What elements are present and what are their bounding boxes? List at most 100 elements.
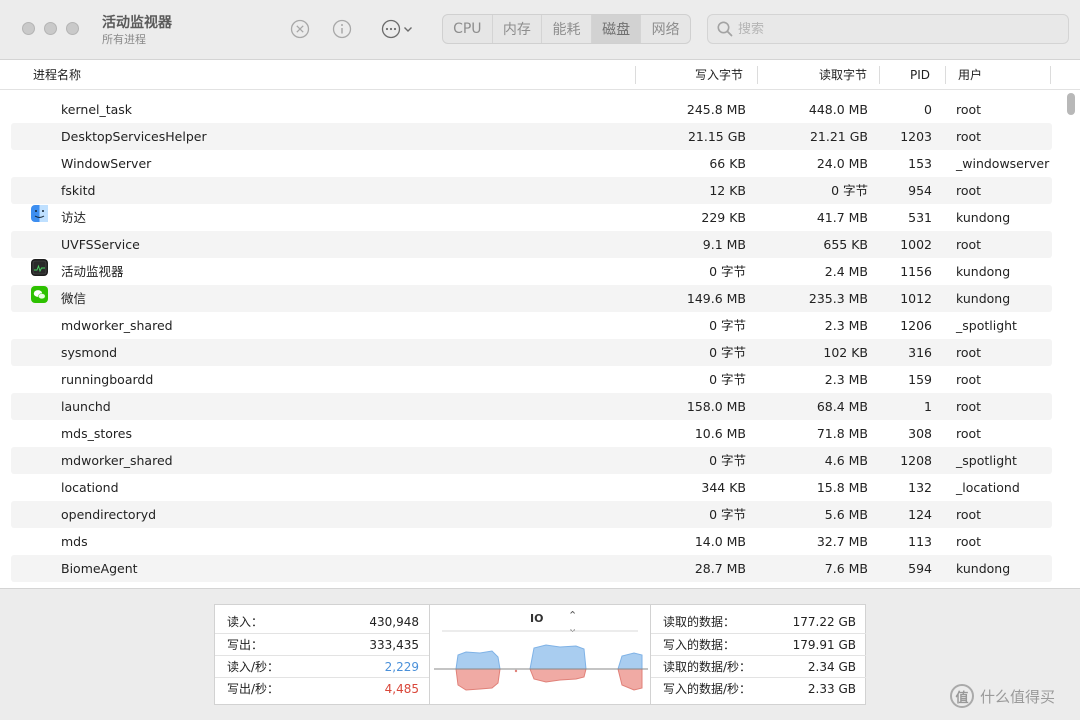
bytes-written-cell: 14.0 MB bbox=[694, 534, 746, 549]
pid-cell: 1203 bbox=[900, 129, 932, 144]
column-header-process-name[interactable]: 进程名称 bbox=[33, 60, 81, 90]
table-row[interactable]: mds_stores 10.6 MB 71.8 MB 308 root bbox=[11, 420, 1052, 447]
scrollbar-track[interactable] bbox=[1062, 90, 1080, 588]
more-actions-button[interactable] bbox=[376, 18, 418, 40]
bytes-read-cell: 235.3 MB bbox=[808, 291, 868, 306]
stat-label: 读入/秒： bbox=[227, 660, 280, 674]
zoom-window-button[interactable] bbox=[66, 22, 79, 35]
pid-cell: 153 bbox=[908, 156, 932, 171]
bytes-read-cell: 2.3 MB bbox=[824, 372, 868, 387]
column-divider[interactable] bbox=[635, 66, 636, 84]
close-window-button[interactable] bbox=[22, 22, 35, 35]
column-divider[interactable] bbox=[945, 66, 946, 84]
column-header-bytes-written[interactable]: 写入字节 bbox=[695, 60, 743, 90]
tab-network[interactable]: 网络 bbox=[641, 15, 690, 43]
table-row[interactable]: 微信 149.6 MB 235.3 MB 1012 kundong bbox=[11, 285, 1052, 312]
stat-label: 读取的数据/秒： bbox=[663, 660, 752, 674]
table-row[interactable]: mdworker_shared 0 字节 4.6 MB 1208 _spotlight bbox=[11, 447, 1052, 474]
minimize-window-button[interactable] bbox=[44, 22, 57, 35]
column-header-pid[interactable]: PID bbox=[910, 60, 930, 90]
data-volume-stats: 读取的数据： 177.22 GB 写入的数据： 179.91 GB 读取的数据/… bbox=[651, 605, 866, 705]
table-row[interactable]: fskitd 12 KB 0 字节 954 root bbox=[11, 177, 1052, 204]
table-row[interactable]: UVFSService 9.1 MB 655 KB 1002 root bbox=[11, 231, 1052, 258]
column-header-bytes-read[interactable]: 读取字节 bbox=[819, 60, 867, 90]
process-name-cell: 活动监视器 bbox=[61, 264, 124, 279]
table-row[interactable]: DesktopServicesHelper 21.15 GB 21.21 GB 120… bbox=[11, 123, 1052, 150]
bytes-read-cell: 102 KB bbox=[823, 345, 868, 360]
pid-cell: 316 bbox=[908, 345, 932, 360]
process-name-cell: 访达 bbox=[61, 210, 87, 225]
scrollbar-thumb[interactable] bbox=[1067, 93, 1075, 115]
user-cell: kundong bbox=[956, 210, 1011, 225]
tab-disk[interactable]: 磁盘 bbox=[591, 15, 642, 43]
table-row[interactable]: 访达 229 KB 41.7 MB 531 kundong bbox=[11, 204, 1052, 231]
table-row[interactable]: runningboardd 0 字节 2.3 MB 159 root bbox=[11, 366, 1052, 393]
stop-process-icon bbox=[290, 19, 310, 39]
user-cell: root bbox=[956, 183, 982, 198]
bytes-read-cell: 71.8 MB bbox=[816, 426, 868, 441]
pid-cell: 954 bbox=[908, 183, 932, 198]
tab-cpu[interactable]: CPU bbox=[443, 15, 493, 43]
column-divider[interactable] bbox=[1050, 66, 1051, 84]
table-row[interactable]: mds 14.0 MB 32.7 MB 113 root bbox=[11, 528, 1052, 555]
process-name-cell: opendirectoryd bbox=[61, 507, 157, 522]
search-icon bbox=[717, 21, 733, 37]
pid-cell: 124 bbox=[908, 507, 932, 522]
stat-data-read: 读取的数据： 177.22 GB bbox=[651, 611, 866, 633]
bytes-written-cell: 158.0 MB bbox=[686, 399, 746, 414]
bytes-written-cell: 66 KB bbox=[709, 156, 746, 171]
bytes-read-cell: 655 KB bbox=[823, 237, 868, 252]
window-title: 活动监视器 bbox=[102, 15, 172, 31]
tab-memory[interactable]: 内存 bbox=[493, 15, 543, 43]
table-row[interactable]: mdworker_shared 0 字节 2.3 MB 1206 _spotlight bbox=[11, 312, 1052, 339]
user-cell: _spotlight bbox=[956, 453, 1017, 468]
user-cell: kundong bbox=[956, 291, 1011, 306]
stop-process-button[interactable] bbox=[289, 18, 311, 40]
process-name-cell: locationd bbox=[61, 480, 119, 495]
stat-value: 2.33 GB bbox=[807, 682, 856, 696]
watermark-text: 什么值得买 bbox=[980, 687, 1056, 706]
tab-energy[interactable]: 能耗 bbox=[542, 15, 592, 43]
table-row[interactable]: opendirectoryd 0 字节 5.6 MB 124 root bbox=[11, 501, 1052, 528]
table-row[interactable]: 活动监视器 0 字节 2.4 MB 1156 kundong bbox=[11, 258, 1052, 285]
bytes-read-cell: 24.0 MB bbox=[816, 156, 868, 171]
bytes-written-cell: 0 字节 bbox=[709, 453, 746, 468]
table-row[interactable]: locationd 344 KB 15.8 MB 132 _locationd bbox=[11, 474, 1052, 501]
column-header-user[interactable]: 用户 bbox=[958, 60, 982, 90]
bytes-written-cell: 10.6 MB bbox=[694, 426, 746, 441]
process-name-cell: mds_stores bbox=[61, 426, 133, 441]
pid-cell: 594 bbox=[908, 561, 932, 576]
process-name-cell: 微信 bbox=[61, 291, 87, 306]
column-divider[interactable] bbox=[879, 66, 880, 84]
stat-value: 4,485 bbox=[384, 682, 419, 696]
search-input[interactable] bbox=[738, 21, 1038, 37]
process-name-cell: mds bbox=[61, 534, 88, 549]
bytes-read-cell: 21.21 GB bbox=[809, 129, 868, 144]
bytes-written-cell: 0 字节 bbox=[709, 507, 746, 522]
table-row[interactable]: BiomeAgent 28.7 MB 7.6 MB 594 kundong bbox=[11, 555, 1052, 582]
write-activity-area bbox=[455, 668, 643, 691]
stat-label: 写入的数据/秒： bbox=[663, 682, 752, 696]
wechat-icon bbox=[31, 285, 48, 303]
table-row[interactable]: launchd 158.0 MB 68.4 MB 1 root bbox=[11, 393, 1052, 420]
user-cell: root bbox=[956, 507, 982, 522]
activity-monitor-icon bbox=[31, 258, 48, 276]
ellipsis-circle-icon bbox=[381, 19, 401, 39]
bytes-written-cell: 21.15 GB bbox=[687, 129, 746, 144]
bytes-written-cell: 0 字节 bbox=[709, 372, 746, 387]
stat-data-written-per-sec: 写入的数据/秒： 2.33 GB bbox=[651, 677, 866, 699]
user-cell: root bbox=[956, 237, 982, 252]
table-row[interactable]: sysmond 0 字节 102 KB 316 root bbox=[11, 339, 1052, 366]
user-cell: _spotlight bbox=[956, 318, 1017, 333]
bytes-read-cell: 4.6 MB bbox=[824, 453, 868, 468]
user-cell: root bbox=[956, 345, 982, 360]
process-name-cell: mdworker_shared bbox=[61, 318, 173, 333]
finder-icon bbox=[31, 204, 48, 222]
bytes-written-cell: 0 字节 bbox=[709, 345, 746, 360]
column-divider[interactable] bbox=[757, 66, 758, 84]
window-subtitle: 所有进程 bbox=[102, 33, 146, 46]
info-button[interactable] bbox=[331, 18, 353, 40]
table-row[interactable]: kernel_task 245.8 MB 448.0 MB 0 root bbox=[11, 96, 1052, 123]
bytes-read-cell: 2.4 MB bbox=[824, 264, 868, 279]
table-row[interactable]: WindowServer 66 KB 24.0 MB 153 _windowserver bbox=[11, 150, 1052, 177]
